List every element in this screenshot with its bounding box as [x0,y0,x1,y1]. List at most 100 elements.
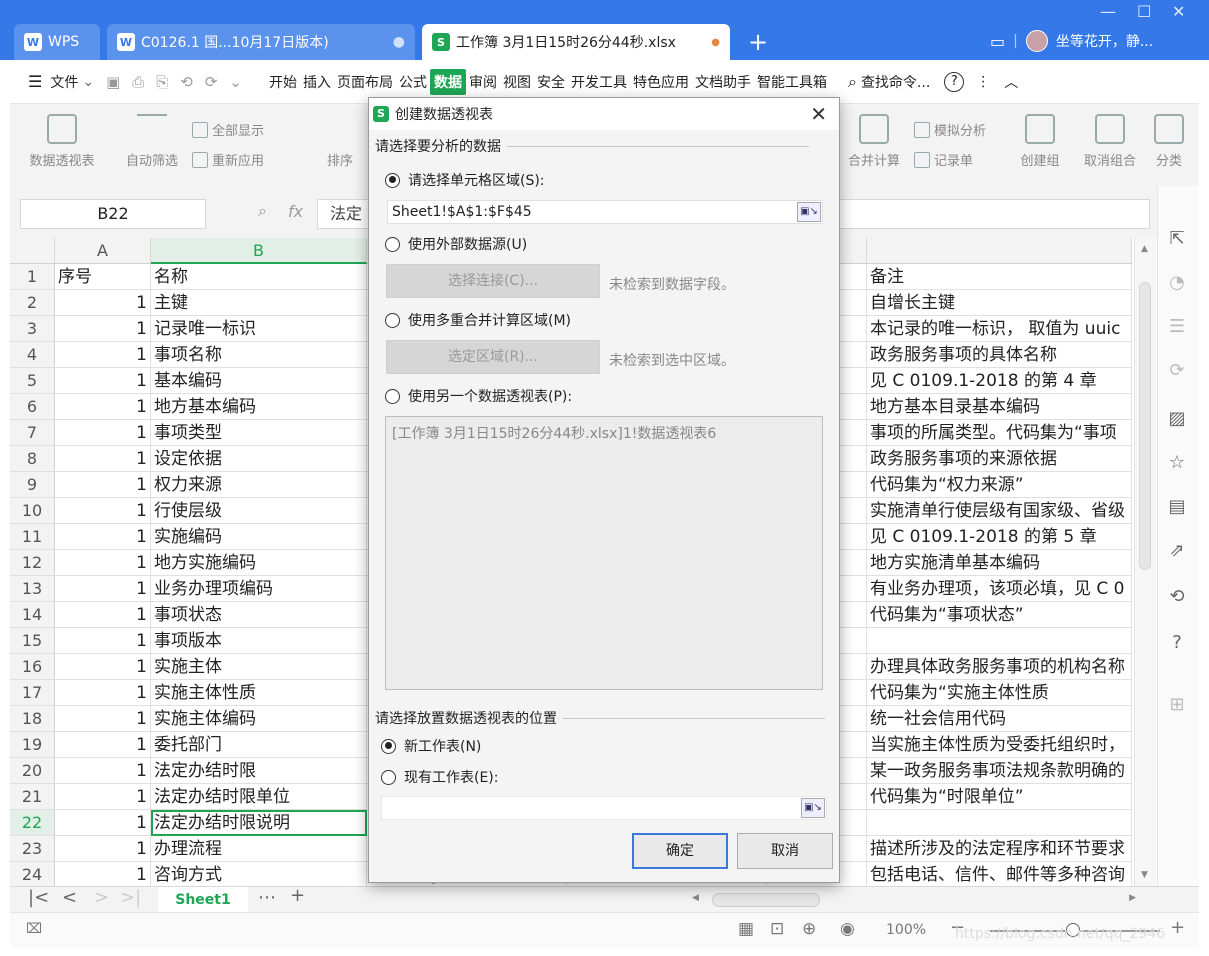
existing-range-picker-icon[interactable]: ▣↘ [801,798,825,818]
radio-cell-range-circle[interactable] [385,172,400,188]
property-icon[interactable]: ☰ [1166,316,1188,338]
row-header[interactable]: 17 [10,680,55,706]
cell-note[interactable]: 描述所涉及的法定程序和环节要求 [867,836,1132,862]
row-header[interactable]: 2 [10,290,55,316]
menu-smart-tools[interactable]: 智能工具箱 [754,72,830,92]
horizontal-scroll-thumb[interactable] [712,893,820,907]
more-sheets-icon[interactable]: ⋯ [258,887,276,908]
cell-a[interactable]: 1 [55,342,151,368]
dialog-close-icon[interactable]: ✕ [810,102,827,126]
minimize-button[interactable]: — [1100,2,1116,21]
consolidate-button[interactable]: 合并计算 [842,114,906,169]
cell-b[interactable]: 事项名称 [151,342,367,368]
cell-note[interactable]: 代码集为“权力来源” [867,472,1132,498]
menu-formula[interactable]: 公式 [396,72,430,92]
cell-b[interactable]: 设定依据 [151,446,367,472]
help-icon[interactable]: ? [944,71,965,92]
cell-note[interactable]: 见 C 0109.1-2018 的第 5 章 [867,524,1132,550]
autofilter-button[interactable]: 自动筛选 [120,114,184,169]
cell-note[interactable]: 自增长主键 [867,290,1132,316]
cell-a[interactable]: 1 [55,498,151,524]
close-window-button[interactable]: ✕ [1172,2,1185,21]
what-if-button[interactable]: 模拟分析 [914,120,986,139]
vertical-scrollbar[interactable]: ▲ ▼ [1134,238,1156,886]
cell-a[interactable]: 1 [55,316,151,342]
row-header[interactable]: 22 [10,810,55,836]
ungroup-button[interactable]: 取消组合 [1074,114,1146,169]
prev-sheet-icon[interactable]: < [62,887,77,908]
menu-view[interactable]: 视图 [500,72,534,92]
cell-b[interactable]: 业务办理项编码 [151,576,367,602]
fx-icon[interactable]: fx [288,202,303,221]
radio-multi-consolidation-circle[interactable] [385,312,400,328]
row-header[interactable]: 10 [10,498,55,524]
last-sheet-icon[interactable]: >| [120,887,141,908]
tab-document[interactable]: W C0126.1 国...10月17日版本) ● [107,24,415,60]
show-all-button[interactable]: 全部显示 [192,120,264,139]
cell-note[interactable]: 见 C 0109.1-2018 的第 4 章 [867,368,1132,394]
user-name[interactable]: 坐等花开，静... [1056,31,1153,51]
cell-b[interactable]: 基本编码 [151,368,367,394]
cell-b[interactable]: 行使层级 [151,498,367,524]
apps-icon[interactable]: ⊞ [1166,694,1188,716]
layout-icon[interactable]: ▭ [990,32,1005,51]
row-header[interactable]: 15 [10,628,55,654]
cell-note[interactable]: 代码集为“时限单位” [867,784,1132,810]
sheet-tab[interactable]: Sheet1 [158,887,248,913]
radio-new-worksheet[interactable]: 新工作表(N) [381,736,481,756]
cell-a[interactable]: 1 [55,602,151,628]
cell-note[interactable]: 实施清单行使层级有国家级、省级 [867,498,1132,524]
row-header[interactable]: 9 [10,472,55,498]
radio-other-pivot[interactable]: 使用另一个数据透视表(P): [385,386,572,406]
ok-button[interactable]: 确定 [632,833,728,869]
menu-developer[interactable]: 开发工具 [568,72,630,92]
row-header[interactable]: 18 [10,706,55,732]
cell-note[interactable]: 包括电话、信件、邮件等多种咨询 [867,862,1132,886]
row-header[interactable]: 1 [10,264,55,290]
reapply-button[interactable]: 重新应用 [192,150,264,169]
radio-other-pivot-circle[interactable] [385,388,400,404]
hamburger-icon[interactable]: ☰ [28,72,42,91]
subtotal-button[interactable]: 分类 [1152,114,1186,169]
row-header[interactable]: 11 [10,524,55,550]
history-icon[interactable]: ⟲ [1166,586,1188,608]
cell-b[interactable]: 实施主体编码 [151,706,367,732]
page-layout-icon[interactable]: ⊕ [802,919,816,939]
scroll-up-icon[interactable]: ▲ [1141,244,1148,254]
row-header[interactable]: 19 [10,732,55,758]
radio-external-source-circle[interactable] [385,236,400,252]
menu-special[interactable]: 特色应用 [630,72,692,92]
cell-b[interactable]: 事项状态 [151,602,367,628]
unsaved-dot-icon[interactable]: ● [711,37,720,48]
cell-a[interactable]: 1 [55,446,151,472]
zoom-in-icon[interactable]: + [1170,917,1185,938]
more-icon[interactable]: ⋮ [976,74,990,90]
select-cursor-icon[interactable]: ⇱ [1166,228,1188,250]
help-circle-icon[interactable]: ? [1166,632,1188,654]
menu-data[interactable]: 数据 [429,68,466,95]
radio-existing-worksheet[interactable]: 现有工作表(E): [381,767,499,787]
cell-b[interactable]: 法定办结时限说明 [151,810,367,836]
cell-note[interactable]: 地方实施清单基本编码 [867,550,1132,576]
menu-insert[interactable]: 插入 [300,72,334,92]
cell-a[interactable]: 1 [55,394,151,420]
row-header[interactable]: 6 [10,394,55,420]
pivot-table-list[interactable]: [工作簿 3月1日15时26分44秒.xlsx]1!数据透视表6 [385,416,823,690]
cell-a[interactable]: 1 [55,862,151,886]
dialog-title-bar[interactable]: S 创建数据透视表 ✕ [369,98,839,130]
cell-a[interactable]: 1 [55,758,151,784]
pivot-table-button[interactable]: 数据透视表 [22,114,102,169]
next-sheet-icon[interactable]: > [94,887,109,908]
cell-note[interactable]: 办理具体政务服务事项的机构名称 [867,654,1132,680]
select-connection-button[interactable]: 选择连接(C)... [386,264,600,298]
cell-a[interactable]: 1 [55,654,151,680]
cell-a[interactable]: 序号 [55,264,151,290]
cell-a[interactable]: 1 [55,706,151,732]
cell-b[interactable]: 实施主体 [151,654,367,680]
cell-note[interactable]: 事项的所属类型。代码集为“事项 [867,420,1132,446]
column-header-f[interactable] [867,238,1132,264]
radio-new-worksheet-circle[interactable] [381,738,396,754]
cell-b[interactable]: 实施主体性质 [151,680,367,706]
row-header[interactable]: 5 [10,368,55,394]
normal-view-icon[interactable]: ▦ [738,919,754,939]
